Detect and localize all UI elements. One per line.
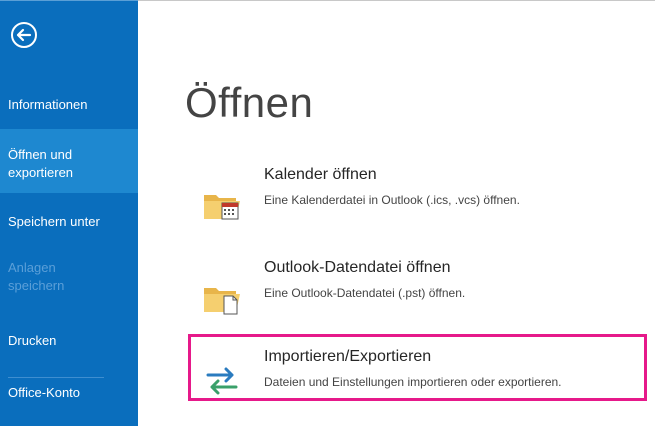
sidebar-item-informationen[interactable]: Informationen: [0, 96, 138, 118]
sidebar-item-label: Informationen: [8, 97, 88, 112]
option-title: Kalender öffnen: [264, 166, 377, 183]
backstage-view: Informationen Öffnen und exportieren Spe…: [0, 0, 655, 426]
option-description: Eine Outlook-Datendatei (.pst) öffnen.: [264, 286, 466, 300]
sidebar-item-label: Öffnen und exportieren: [8, 147, 74, 180]
sidebar-item-label: Anlagen speichern: [8, 260, 65, 293]
option-description: Eine Kalenderdatei in Outlook (.ics, .vc…: [264, 193, 520, 207]
sidebar-item-label: Office-Konto: [8, 385, 81, 400]
page-title: Öffnen: [185, 79, 314, 126]
backstage-sidebar: Informationen Öffnen und exportieren Spe…: [0, 0, 138, 426]
calendar-folder-icon: [204, 195, 240, 220]
sidebar-item-drucken[interactable]: Drucken: [0, 332, 138, 354]
data-file-folder-icon: [204, 288, 240, 315]
sidebar-item-anlagen-speichern: Anlagen speichern: [0, 259, 138, 299]
sidebar-divider: [8, 377, 104, 378]
sidebar-item-label: Speichern unter: [8, 214, 100, 229]
top-divider: [138, 0, 655, 1]
sidebar-item-oeffnen-exportieren[interactable]: Öffnen und exportieren: [0, 129, 138, 193]
open-data-file-option[interactable]: Outlook-Datendatei öffnen Eine Outlook-D…: [198, 258, 648, 324]
highlight-box: [188, 334, 647, 401]
back-arrow-icon[interactable]: [10, 21, 38, 49]
sidebar-item-office-konto[interactable]: Office-Konto: [0, 384, 138, 406]
sidebar-item-speichern-unter[interactable]: Speichern unter: [0, 213, 138, 235]
sidebar-item-label: Drucken: [8, 333, 57, 348]
option-title: Outlook-Datendatei öffnen: [264, 259, 451, 276]
open-calendar-option[interactable]: Kalender öffnen Eine Kalenderdatei in Ou…: [198, 165, 648, 231]
